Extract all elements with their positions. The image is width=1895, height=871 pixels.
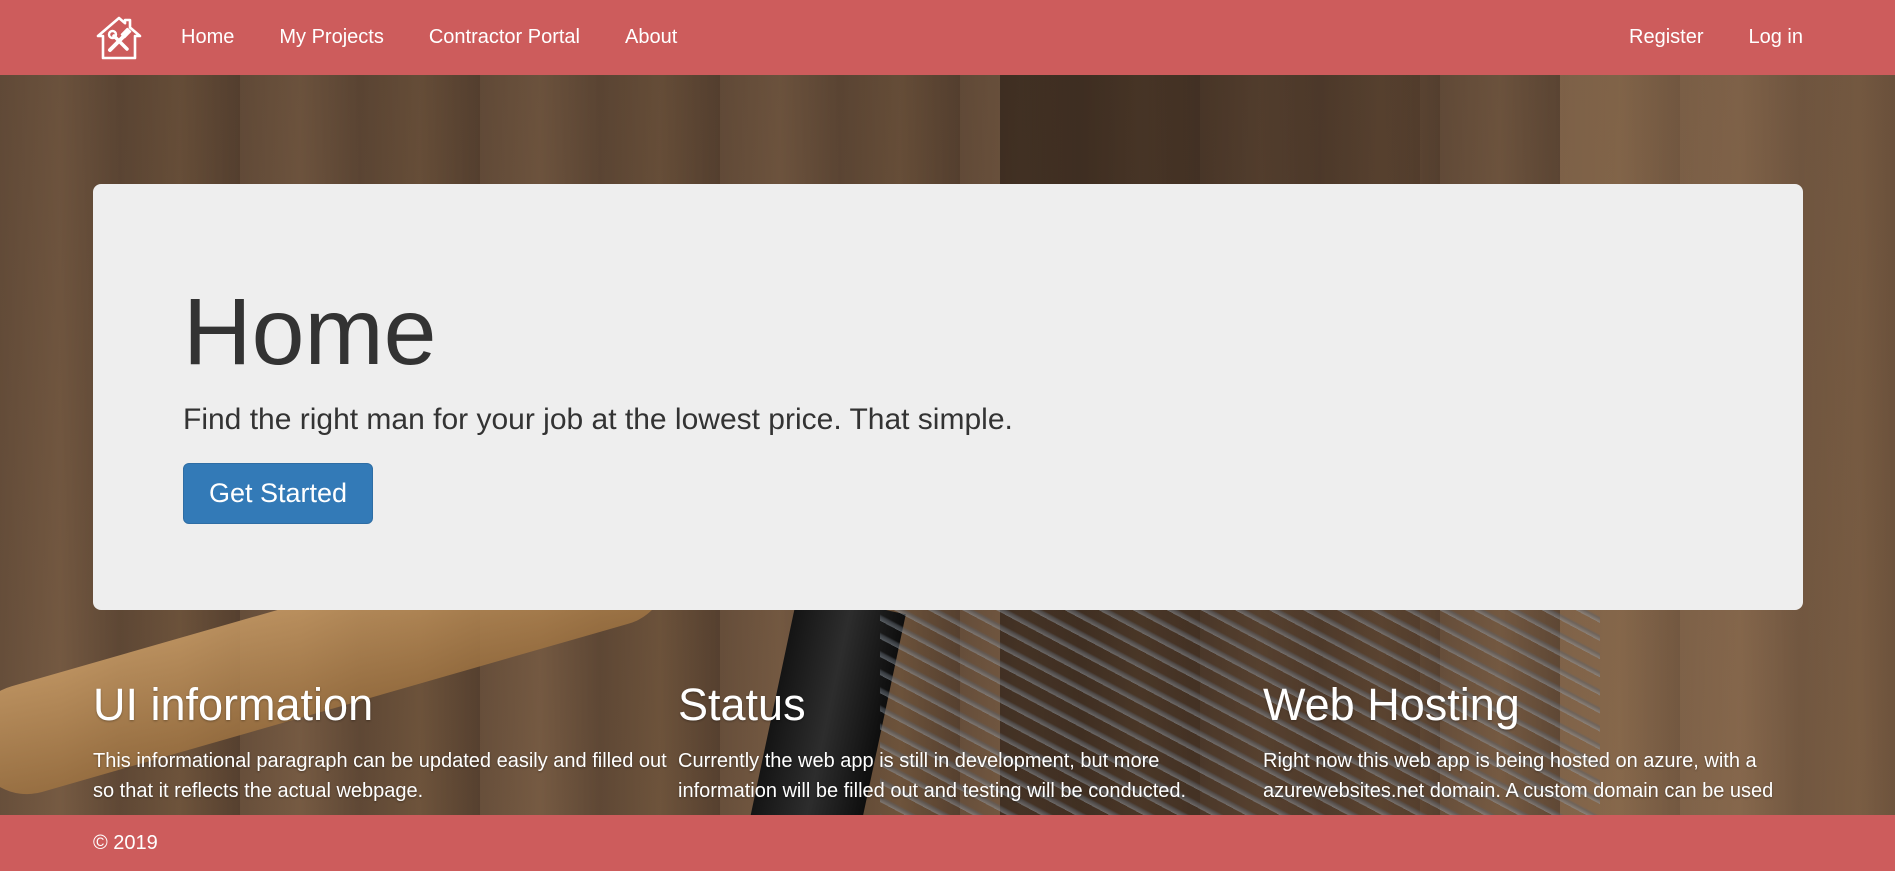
column-text: This informational paragraph can be upda… <box>93 749 667 802</box>
jumbotron: Home Find the right man for your job at … <box>93 184 1803 610</box>
column-text: Right now this web app is being hosted o… <box>1263 749 1774 802</box>
jumbotron-lead: Find the right man for your job at the l… <box>183 402 1013 436</box>
nav-link-contractor-portal[interactable]: Contractor Portal <box>429 0 580 75</box>
nav-links-left: Home My Projects Contractor Portal About <box>181 0 722 75</box>
column-text: Currently the web app is still in develo… <box>678 749 1187 802</box>
brand-logo-link[interactable] <box>93 12 145 64</box>
column-heading: UI information <box>93 679 374 730</box>
info-columns: UI information This informational paragr… <box>93 680 1853 806</box>
nav-link-log-in[interactable]: Log in <box>1749 0 1804 75</box>
column-heading: Status <box>678 679 806 730</box>
nav-link-my-projects[interactable]: My Projects <box>279 0 383 75</box>
nav-link-home[interactable]: Home <box>181 0 234 75</box>
nav-link-about[interactable]: About <box>625 0 677 75</box>
column-heading: Web Hosting <box>1263 679 1520 730</box>
get-started-button[interactable]: Get Started <box>183 462 374 524</box>
column-status: Status Currently the web app is still in… <box>678 680 1263 806</box>
house-tools-icon <box>96 16 142 59</box>
copyright-text: © 2019 <box>93 831 158 854</box>
nav-links-right: Register Log in <box>1584 0 1803 75</box>
navbar-inner: Home My Projects Contractor Portal About… <box>93 0 1803 75</box>
footer: © 2019 <box>0 815 1895 871</box>
column-web-hosting: Web Hosting Right now this web app is be… <box>1263 680 1848 806</box>
nav-link-register[interactable]: Register <box>1629 0 1703 75</box>
navbar: Home My Projects Contractor Portal About… <box>0 0 1895 75</box>
page-title: Home <box>183 279 437 385</box>
column-ui-information: UI information This informational paragr… <box>93 680 678 806</box>
